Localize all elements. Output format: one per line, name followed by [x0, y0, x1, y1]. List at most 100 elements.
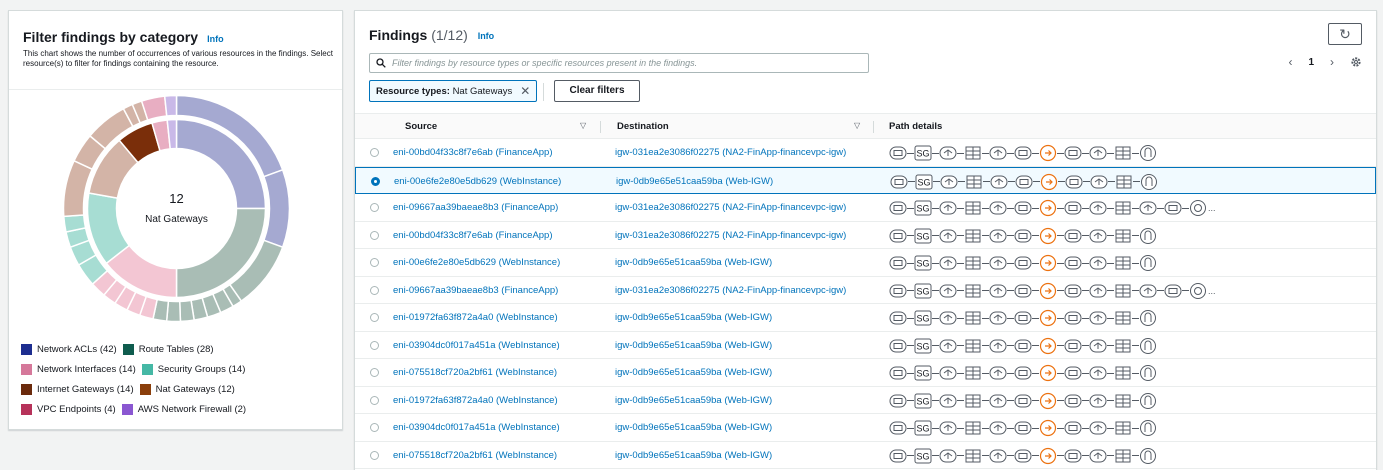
network-acl-icon[interactable] [1089, 447, 1107, 465]
nat-gateway-icon[interactable] [1040, 173, 1058, 191]
internet-gateway-icon[interactable] [1139, 419, 1157, 437]
eni-icon[interactable] [1014, 144, 1032, 162]
network-acl-icon[interactable] [1089, 199, 1107, 217]
route-table-icon[interactable] [1114, 447, 1132, 465]
network-acl-icon[interactable] [939, 364, 957, 382]
eni-icon[interactable] [1014, 364, 1032, 382]
eni-icon[interactable] [1064, 227, 1082, 245]
destination-link[interactable]: igw-0db9e65e51caa59ba (Web-IGW) [615, 450, 772, 461]
network-acl-icon[interactable] [990, 173, 1008, 191]
vpc-endpoint-icon[interactable] [1189, 199, 1207, 217]
route-table-icon[interactable] [965, 173, 983, 191]
destination-link[interactable]: igw-031ea2e3086f02275 (NA2-FinApp-financ… [615, 285, 846, 296]
legend-item[interactable]: Security Groups (14) [141, 363, 245, 375]
legend-item[interactable]: AWS Network Firewall (2) [121, 403, 246, 415]
security-group-icon[interactable]: SG [914, 337, 932, 355]
source-link[interactable]: eni-01972fa63f872a4a0 (WebInstance) [393, 312, 558, 323]
network-acl-icon[interactable] [1090, 173, 1108, 191]
row-select-radio[interactable] [370, 285, 379, 295]
network-acl-icon[interactable] [1089, 337, 1107, 355]
network-acl-icon[interactable] [939, 282, 957, 300]
eni-icon[interactable] [889, 144, 907, 162]
network-acl-icon[interactable] [989, 309, 1007, 327]
table-row[interactable]: eni-09667aa39baeae8b3 (FinanceApp) igw-03… [355, 277, 1376, 304]
eni-icon[interactable] [889, 392, 907, 410]
route-table-icon[interactable] [1114, 254, 1132, 272]
internet-gateway-icon[interactable] [1139, 227, 1157, 245]
current-page[interactable]: 1 [1308, 57, 1314, 68]
route-table-icon[interactable] [1114, 227, 1132, 245]
nat-gateway-icon[interactable] [1039, 282, 1057, 300]
eni-icon[interactable] [889, 337, 907, 355]
eni-icon[interactable] [1064, 447, 1082, 465]
internet-gateway-icon[interactable] [1139, 364, 1157, 382]
network-acl-icon[interactable] [939, 254, 957, 272]
network-acl-icon[interactable] [1089, 254, 1107, 272]
remove-filter-icon[interactable]: ✕ [520, 84, 530, 98]
network-acl-icon[interactable] [1089, 364, 1107, 382]
security-group-icon[interactable]: SG [914, 199, 932, 217]
network-acl-icon[interactable] [1089, 282, 1107, 300]
internet-gateway-icon[interactable] [1139, 144, 1157, 162]
eni-icon[interactable] [1064, 254, 1082, 272]
refresh-button[interactable]: ↻ [1328, 23, 1362, 45]
route-table-icon[interactable] [964, 364, 982, 382]
table-row[interactable]: eni-03904dc0f017a451a (WebInstance) igw-0… [355, 414, 1376, 442]
source-link[interactable]: eni-03904dc0f017a451a (WebInstance) [393, 422, 560, 433]
network-acl-icon[interactable] [1089, 392, 1107, 410]
table-row[interactable]: eni-00e6fe2e80e5db629 (WebInstance) igw-0… [355, 249, 1376, 277]
internet-gateway-icon[interactable] [1139, 254, 1157, 272]
filter-info-link[interactable]: Info [207, 34, 224, 44]
network-acl-icon[interactable] [939, 419, 957, 437]
network-acl-icon[interactable] [989, 419, 1007, 437]
eni-icon[interactable] [1064, 282, 1082, 300]
row-select-radio[interactable] [370, 230, 379, 240]
row-select-radio[interactable] [370, 395, 379, 405]
eni-icon[interactable] [1064, 364, 1082, 382]
source-link[interactable]: eni-01972fa63f872a4a0 (WebInstance) [393, 395, 558, 406]
security-group-icon[interactable]: SG [914, 227, 932, 245]
network-acl-icon[interactable] [989, 337, 1007, 355]
row-select-radio[interactable] [371, 176, 380, 186]
eni-icon[interactable] [889, 364, 907, 382]
eni-icon[interactable] [1064, 309, 1082, 327]
row-select-radio[interactable] [370, 203, 379, 212]
nat-gateway-icon[interactable] [1039, 309, 1057, 327]
table-row[interactable]: eni-00bd04f33c8f7e6ab (FinanceApp) igw-03… [355, 222, 1376, 249]
nat-gateway-icon[interactable] [1039, 447, 1057, 465]
eni-icon[interactable] [889, 309, 907, 327]
internet-gateway-icon[interactable] [1139, 392, 1157, 410]
network-acl-icon[interactable] [989, 199, 1007, 217]
route-table-icon[interactable] [964, 447, 982, 465]
eni-icon[interactable] [1014, 309, 1032, 327]
destination-link[interactable]: igw-031ea2e3086f02275 (NA2-FinApp-financ… [615, 147, 846, 158]
eni-icon[interactable] [1014, 282, 1032, 300]
security-group-icon[interactable]: SG [914, 364, 932, 382]
route-table-icon[interactable] [1114, 337, 1132, 355]
table-row[interactable]: eni-01972fa63f872a4a0 (WebInstance) igw-0… [355, 387, 1376, 414]
route-table-icon[interactable] [964, 392, 982, 410]
sort-source-icon[interactable]: ▽ [580, 121, 586, 130]
source-link[interactable]: eni-00e6fe2e80e5db629 (WebInstance) [393, 257, 560, 268]
security-group-icon[interactable]: SG [914, 309, 932, 327]
column-divider[interactable] [600, 121, 601, 133]
findings-info-link[interactable]: Info [478, 31, 495, 41]
network-acl-icon[interactable] [1139, 199, 1157, 217]
security-group-icon[interactable]: SG [914, 254, 932, 272]
route-table-icon[interactable] [964, 419, 982, 437]
nat-gateway-icon[interactable] [1039, 199, 1057, 217]
nat-gateway-icon[interactable] [1039, 364, 1057, 382]
source-link[interactable]: eni-00e6fe2e80e5db629 (WebInstance) [394, 176, 561, 187]
network-acl-icon[interactable] [1089, 227, 1107, 245]
legend-item[interactable]: Nat Gateways (12) [139, 383, 235, 395]
nat-gateway-icon[interactable] [1039, 392, 1057, 410]
table-row[interactable]: eni-01972fa63f872a4a0 (WebInstance) igw-0… [355, 304, 1376, 332]
network-acl-icon[interactable] [940, 173, 958, 191]
eni-icon[interactable] [889, 227, 907, 245]
row-select-radio[interactable] [370, 313, 379, 322]
network-acl-icon[interactable] [989, 144, 1007, 162]
sort-destination-icon[interactable]: ▽ [854, 121, 860, 130]
category-donut-chart[interactable] [64, 96, 289, 321]
network-acl-icon[interactable] [1089, 144, 1107, 162]
internet-gateway-icon[interactable] [1140, 173, 1158, 191]
